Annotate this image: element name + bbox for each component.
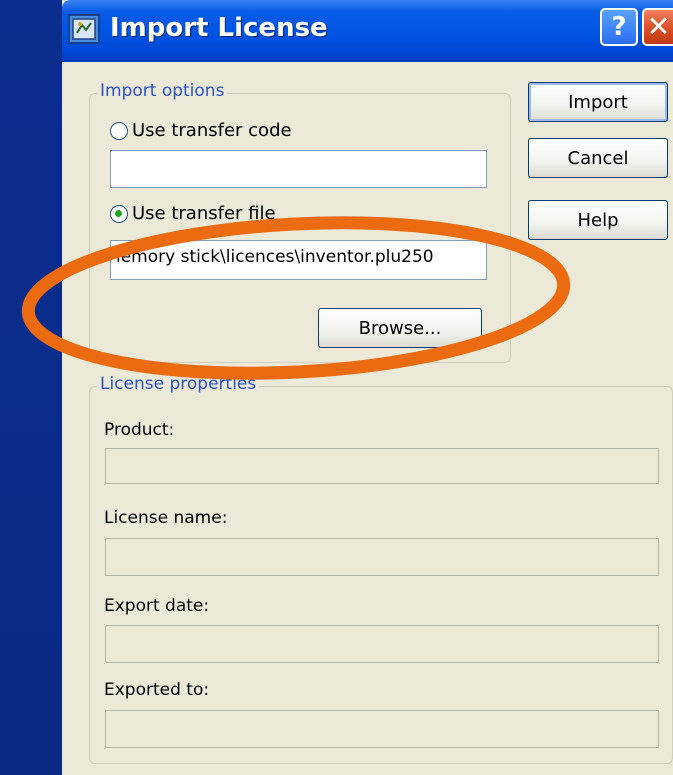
browse-button[interactable]: Browse... [318,308,482,348]
import-license-dialog: Import License ? ✕ Import options Use tr… [62,0,673,775]
product-field [105,448,659,484]
transfer-file-radio-row[interactable]: Use transfer file [110,203,276,224]
transfer-file-radio[interactable] [110,204,128,223]
license-properties-legend: License properties [97,374,260,394]
transfer-file-label: Use transfer file [132,203,276,224]
transfer-code-radio-row[interactable]: Use transfer code [110,120,292,141]
transfer-file-input[interactable]: iemory stick\licences\inventor.plu250 [110,240,487,280]
import-options-legend: Import options [97,81,228,101]
title-bar[interactable]: Import License ? ✕ [62,0,673,62]
product-label: Product: [104,420,175,440]
help-icon[interactable]: ? [600,8,638,46]
transfer-code-radio[interactable] [110,121,128,140]
license-app-icon [68,14,100,44]
exported-to-label: Exported to: [104,680,210,700]
slide-background [0,0,62,775]
exported-to-field [105,710,659,748]
help-button[interactable]: Help [528,200,668,240]
transfer-code-input[interactable] [110,150,487,188]
close-icon[interactable]: ✕ [642,8,673,46]
license-name-label: License name: [104,508,228,528]
import-button[interactable]: Import [528,82,668,122]
export-date-field [105,625,659,663]
license-name-field [105,538,659,576]
cancel-button[interactable]: Cancel [528,138,668,178]
export-date-label: Export date: [104,596,210,616]
window-title: Import License [110,13,328,43]
transfer-code-label: Use transfer code [132,120,292,141]
